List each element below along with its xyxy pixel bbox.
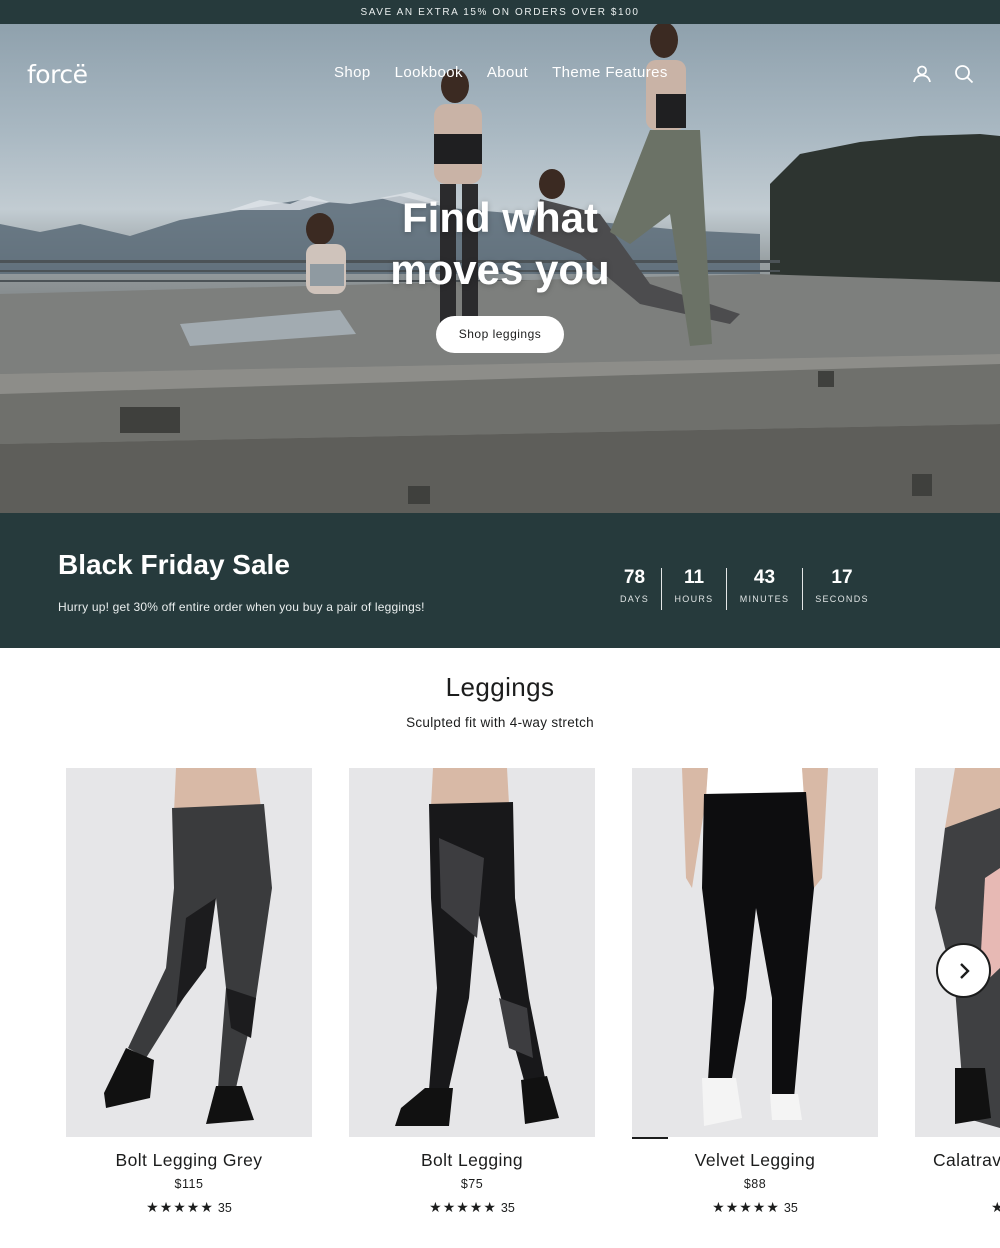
countdown-hours-label: HOURS	[674, 594, 714, 604]
product-price: $88	[743, 1177, 767, 1191]
site-header: forcë Shop Lookbook About Theme Features	[0, 24, 1000, 124]
search-icon[interactable]	[954, 64, 974, 84]
product-image[interactable]	[632, 768, 878, 1137]
nav-item-lookbook[interactable]: Lookbook	[395, 64, 463, 81]
announcement-text: SAVE AN EXTRA 15% ON ORDERS OVER $100	[360, 6, 640, 18]
hero-title-line-2: moves you	[390, 246, 610, 293]
rating-stars-icon: ★★★★★	[712, 1199, 780, 1215]
countdown-seconds-value: 17	[831, 567, 853, 588]
countdown-days-value: 78	[623, 567, 646, 588]
site-logo[interactable]: forcë	[27, 60, 88, 89]
product-price: $115	[174, 1177, 204, 1191]
rating-stars-icon: ★★★★★	[429, 1199, 497, 1215]
product-image[interactable]	[66, 768, 312, 1137]
countdown-minutes-label: MINUTES	[739, 594, 790, 604]
product-name[interactable]: Calatrava Legging	[915, 1150, 1000, 1171]
review-count: 35	[500, 1201, 515, 1215]
nav-item-about[interactable]: About	[487, 64, 528, 81]
countdown-minutes-value: 43	[753, 567, 776, 588]
shop-leggings-button[interactable]: Shop leggings	[436, 316, 564, 353]
product-name[interactable]: Velvet Legging	[632, 1150, 878, 1171]
countdown-minutes: 43 MINUTES	[727, 568, 803, 610]
product-rating: ★★★★★ 35	[66, 1199, 312, 1216]
collection-subtitle: Sculpted fit with 4-way stretch	[406, 715, 594, 730]
countdown-subtitle: Hurry up! get 30% off entire order when …	[58, 600, 425, 614]
review-count: 35	[217, 1201, 232, 1215]
product-price: $75	[460, 1177, 484, 1191]
product-rating: ★★★★★ 35	[632, 1199, 878, 1216]
product-rating: ★	[915, 1199, 1000, 1216]
countdown-timer: 78 DAYS 11 HOURS 43 MINUTES 17 SECONDS	[608, 568, 881, 610]
product-name[interactable]: Bolt Legging	[349, 1150, 595, 1171]
countdown-days-label: DAYS	[619, 594, 650, 604]
carousel-indicator	[632, 1137, 668, 1139]
countdown-title: Black Friday Sale	[58, 549, 290, 580]
product-image[interactable]	[349, 768, 595, 1137]
account-icon[interactable]	[912, 64, 932, 84]
announcement-bar: SAVE AN EXTRA 15% ON ORDERS OVER $100	[0, 0, 1000, 24]
product-card[interactable]: Calatrava Legging ★	[915, 768, 1000, 1228]
product-rating: ★★★★★ 35	[349, 1199, 595, 1216]
countdown-seconds: 17 SECONDS	[803, 568, 881, 610]
countdown-hours-value: 11	[683, 567, 705, 588]
rating-stars-icon: ★★★★★	[146, 1199, 214, 1215]
nav-item-shop[interactable]: Shop	[334, 64, 371, 81]
collection-heading: Leggings Sculpted fit with 4-way stretch	[0, 672, 1000, 730]
header-icons	[912, 64, 974, 84]
main-nav: Shop Lookbook About Theme Features	[334, 64, 668, 81]
chevron-right-icon	[959, 962, 970, 979]
countdown-seconds-label: SECONDS	[815, 594, 869, 604]
carousel-next-button[interactable]	[936, 943, 991, 998]
hero-title: Find what moves you	[0, 192, 1000, 296]
nav-item-theme-features[interactable]: Theme Features	[552, 64, 668, 81]
review-count: 35	[783, 1201, 798, 1215]
hero-content: Find what moves you Shop leggings	[0, 192, 1000, 353]
countdown-hours: 11 HOURS	[662, 568, 727, 610]
hero-title-line-1: Find what	[402, 194, 598, 241]
collection-title: Leggings	[445, 672, 555, 702]
product-name[interactable]: Bolt Legging Grey	[66, 1150, 312, 1171]
rating-stars-icon: ★	[991, 1199, 1000, 1215]
countdown-days: 78 DAYS	[608, 568, 662, 610]
countdown-section: Black Friday Sale Hurry up! get 30% off …	[0, 513, 1000, 648]
